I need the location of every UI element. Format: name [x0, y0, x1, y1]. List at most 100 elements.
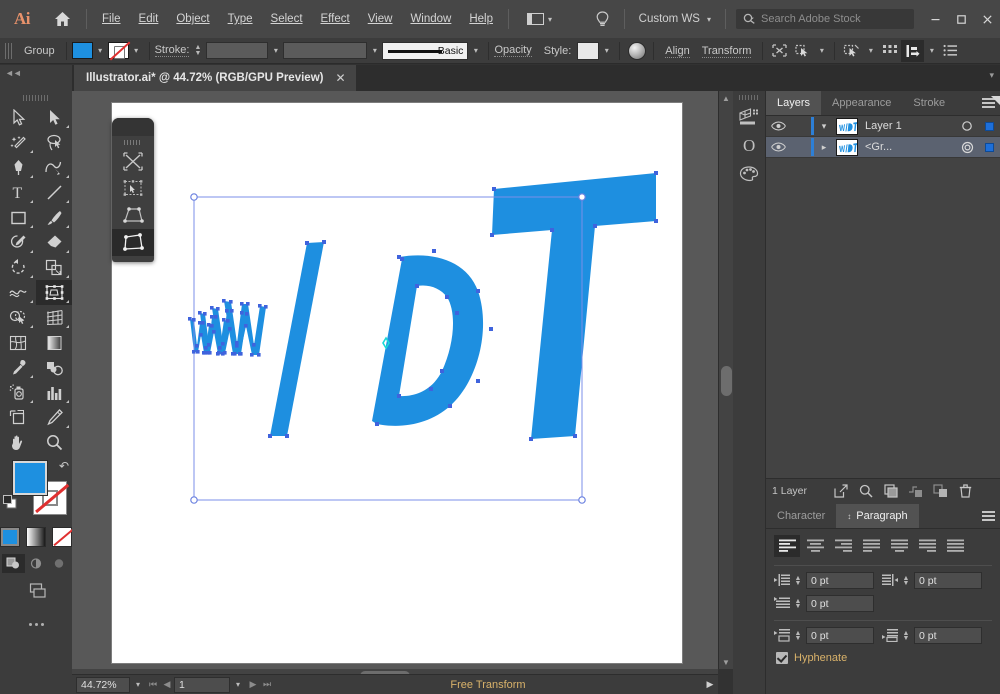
arrange-documents-button[interactable]: ▾	[521, 10, 558, 28]
zoom-level-input[interactable]: 44.72%	[76, 676, 130, 693]
layer-name[interactable]: Layer 1	[858, 120, 956, 132]
tool-free-transform[interactable]	[36, 280, 72, 305]
tool-symbol-sprayer[interactable]	[0, 380, 36, 405]
create-new-layer-icon[interactable]	[928, 484, 953, 498]
menu-select[interactable]: Select	[262, 10, 312, 28]
sublayer-disclosure-chevron-right-icon[interactable]: ▸	[814, 142, 834, 153]
menu-file[interactable]: File	[93, 10, 130, 28]
home-icon[interactable]	[44, 0, 80, 38]
hyphenate-row[interactable]: Hyphenate	[766, 644, 1000, 664]
next-artboard-button[interactable]: ▶	[246, 679, 260, 690]
opacity-label[interactable]: Opacity	[494, 44, 532, 57]
tool-eraser[interactable]	[36, 230, 72, 255]
distribute-spacing-icon[interactable]	[901, 39, 925, 62]
tab-paragraph[interactable]: ↕ Paragraph	[836, 504, 919, 528]
layer-target-indicator[interactable]	[956, 120, 978, 132]
tool-mesh[interactable]	[0, 330, 36, 355]
space-after-stepper[interactable]: ▲ ▼	[901, 630, 911, 642]
search-adobe-stock-input[interactable]: Search Adobe Stock	[736, 9, 914, 29]
tool-shape-builder[interactable]	[0, 305, 36, 330]
draw-behind-icon[interactable]	[25, 554, 48, 573]
vertical-scroll-thumb[interactable]	[721, 366, 732, 396]
align-right-icon[interactable]	[830, 535, 856, 557]
mode-color[interactable]	[0, 527, 20, 547]
mode-none[interactable]	[52, 527, 72, 547]
3d-materials-icon[interactable]	[733, 103, 765, 131]
style-chevron-down-icon[interactable]: ▾	[599, 46, 614, 55]
tool-lasso[interactable]	[36, 130, 72, 155]
zoom-chevron-down-icon[interactable]: ▾	[130, 680, 146, 689]
distribute-chevron-down-icon[interactable]: ▾	[924, 46, 939, 55]
menu-view[interactable]: View	[359, 10, 402, 28]
layer-selection-color[interactable]	[978, 121, 1000, 131]
sublayer-target-indicator[interactable]	[956, 141, 978, 154]
select-similar-objects-icon[interactable]	[791, 40, 814, 62]
tool-artboard[interactable]	[0, 405, 36, 430]
default-fill-stroke-icon[interactable]	[3, 495, 17, 509]
create-sublayer-icon[interactable]	[903, 484, 928, 498]
first-line-indent-stepper[interactable]: ▲ ▼	[793, 598, 803, 610]
close-button[interactable]	[974, 0, 1000, 38]
tab-appearance[interactable]: Appearance	[821, 91, 902, 115]
tool-width[interactable]	[0, 280, 36, 305]
hyphenate-checkbox[interactable]	[776, 652, 788, 664]
toolbar-fill-swatch[interactable]	[13, 461, 47, 495]
stroke-chevron-down-icon[interactable]: ▾	[129, 46, 144, 55]
layer-disclosure-chevron-down-icon[interactable]: ▾	[814, 121, 834, 132]
table-row[interactable]: ▸ <Gr...	[766, 137, 1000, 158]
perspective-distort-icon[interactable]	[112, 202, 154, 229]
menu-object[interactable]: Object	[167, 10, 218, 28]
free-transform-widget[interactable]	[112, 118, 154, 262]
mode-gradient[interactable]	[26, 527, 46, 547]
space-before-input[interactable]: 0 pt	[806, 627, 874, 644]
workspace-switcher[interactable]: Custom WS ▾	[631, 9, 719, 29]
free-transform-icon[interactable]	[112, 175, 154, 202]
table-row[interactable]: ▾ Layer 1	[766, 116, 1000, 137]
free-distort-icon[interactable]	[112, 229, 154, 256]
constrain-icon[interactable]	[112, 148, 154, 175]
tool-zoom[interactable]	[36, 430, 72, 455]
first-artboard-button[interactable]: ⏮	[146, 679, 160, 690]
swap-fill-stroke-icon[interactable]: ↶	[59, 459, 69, 473]
brush-chevron-down-icon[interactable]: ▾	[468, 46, 483, 55]
menu-effect[interactable]: Effect	[312, 10, 359, 28]
align-button[interactable]: Align	[659, 43, 695, 59]
tool-slice[interactable]	[36, 405, 72, 430]
draw-inside-icon[interactable]	[48, 554, 71, 573]
swatches-icon[interactable]	[733, 159, 765, 187]
stroke-color-swatch[interactable]	[107, 42, 129, 59]
stroke-weight-label[interactable]: Stroke:	[154, 44, 190, 57]
tools-panel-grip[interactable]	[0, 91, 72, 105]
stroke-weight-stepper[interactable]: ▲ ▼	[192, 44, 203, 57]
space-after-input[interactable]: 0 pt	[914, 627, 982, 644]
sublayer-visibility-icon[interactable]	[766, 142, 791, 152]
release-to-layers-icon[interactable]	[828, 484, 853, 498]
tool-perspective-grid[interactable]	[36, 305, 72, 330]
stroke-profile-chevron-down-icon[interactable]: ▾	[367, 46, 382, 55]
tab-overflow-chevron-icon[interactable]: ▾	[989, 70, 994, 81]
left-indent-input[interactable]: 0 pt	[806, 572, 874, 589]
right-indent-input[interactable]: 0 pt	[914, 572, 982, 589]
tool-blend[interactable]	[36, 355, 72, 380]
tab-stroke[interactable]: Stroke	[902, 91, 956, 115]
toolbar-more-icon[interactable]	[0, 623, 72, 626]
tool-direct-selection[interactable]	[36, 105, 72, 130]
menu-edit[interactable]: Edit	[130, 10, 168, 28]
tool-column-graph[interactable]	[36, 380, 72, 405]
menu-window[interactable]: Window	[401, 10, 460, 28]
tool-rotate[interactable]	[0, 255, 36, 280]
menu-help[interactable]: Help	[460, 10, 502, 28]
minimize-button[interactable]	[922, 0, 948, 38]
canvas-area[interactable]	[72, 91, 718, 669]
make-clipping-mask-icon[interactable]	[878, 484, 903, 498]
previous-artboard-button[interactable]: ◀	[160, 679, 174, 690]
justify-all-icon[interactable]	[942, 535, 968, 557]
fill-chevron-down-icon[interactable]: ▾	[93, 46, 108, 55]
graphic-style-preview-icon[interactable]	[625, 40, 648, 62]
libraries-icon[interactable]: O	[733, 131, 765, 159]
artboard-chevron-down-icon[interactable]: ▾	[230, 680, 246, 689]
last-artboard-button[interactable]: ⏭	[260, 679, 274, 690]
scroll-up-icon[interactable]: ▲	[719, 91, 733, 105]
status-menu-icon[interactable]: ▶	[702, 679, 718, 690]
tool-paintbrush[interactable]	[36, 205, 72, 230]
